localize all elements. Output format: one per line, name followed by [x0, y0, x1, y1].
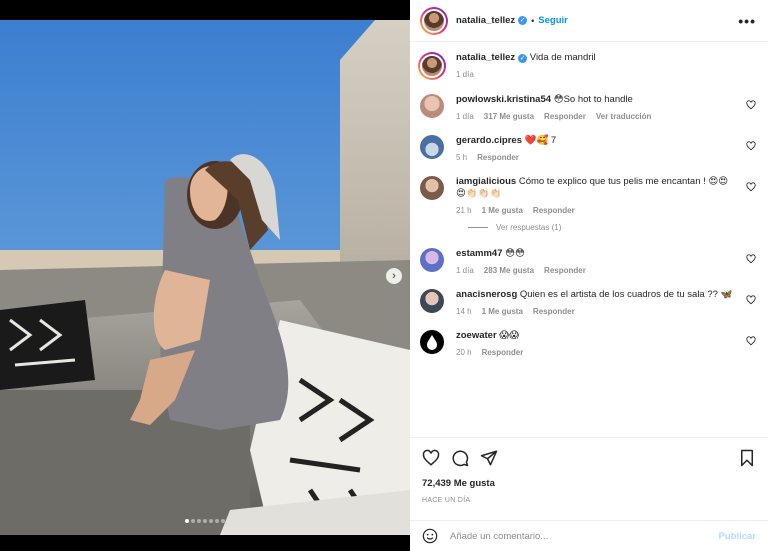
- caption-row: natalia_tellez ✓ Vida de mandril 1 día: [418, 52, 758, 80]
- avatar[interactable]: [418, 52, 446, 80]
- photo-bottom-band: [0, 535, 410, 551]
- post-username[interactable]: natalia_tellez: [456, 15, 515, 26]
- avatar[interactable]: [420, 248, 444, 272]
- avatar[interactable]: [420, 330, 444, 354]
- follow-button[interactable]: Seguir: [538, 15, 568, 26]
- reply-button[interactable]: Responder: [533, 206, 575, 215]
- avatar[interactable]: [420, 6, 448, 35]
- comment-likes[interactable]: 1 Me gusta: [482, 307, 523, 316]
- post-timestamp: HACE UN DÍA: [422, 497, 471, 504]
- comment-username[interactable]: gerardo.cipres: [456, 135, 522, 146]
- comment-text: Quien es el artista de los cuadros de tu…: [519, 289, 733, 300]
- post-side-panel: natalia_tellez ✓ • Seguir ••• natalia_te…: [410, 0, 768, 551]
- post-photo-art: [0, 20, 410, 535]
- caption-text: Vida de mandril: [529, 52, 596, 63]
- separator-dot: •: [531, 15, 535, 26]
- bookmark-icon[interactable]: [738, 449, 756, 467]
- reply-button[interactable]: Responder: [544, 112, 586, 121]
- verified-icon: ✓: [518, 16, 528, 25]
- caption-time: 1 día: [456, 70, 474, 79]
- comment-username[interactable]: powlowski.kristina54: [456, 94, 551, 105]
- view-replies-button[interactable]: Ver respuestas (1): [468, 223, 758, 232]
- comment-time: 5 h: [456, 153, 468, 162]
- likes-count[interactable]: 72,439 Me gusta: [422, 478, 756, 489]
- heart-icon[interactable]: [746, 336, 756, 346]
- reply-button[interactable]: Responder: [482, 348, 524, 357]
- heart-icon[interactable]: [746, 100, 756, 110]
- share-icon[interactable]: [480, 449, 498, 467]
- comment-row: anacisnerosg Quien es el artista de los …: [420, 289, 758, 316]
- comment-time: 14 h: [456, 307, 472, 316]
- publish-button[interactable]: Publicar: [719, 531, 757, 542]
- caption-username[interactable]: natalia_tellez: [456, 52, 515, 63]
- comment-time: 1 día: [456, 112, 474, 121]
- water-drop-icon: [427, 335, 437, 350]
- comment-row: powlowski.kristina54 😳So hot to handle 1…: [420, 94, 758, 121]
- verified-icon: ✓: [518, 54, 528, 63]
- avatar[interactable]: [420, 94, 444, 118]
- reply-button[interactable]: Responder: [544, 266, 586, 275]
- carousel-dot: [221, 519, 225, 523]
- carousel-dot: [203, 519, 207, 523]
- heart-icon[interactable]: [746, 254, 756, 264]
- comment-username[interactable]: estamm47: [456, 248, 502, 259]
- next-image-button[interactable]: ›: [386, 268, 402, 284]
- comment-row: gerardo.cipres ❤️🥰 7 5 h Responder: [420, 135, 758, 162]
- comment-text: 😳😳: [505, 248, 525, 259]
- post-header: natalia_tellez ✓ • Seguir •••: [410, 0, 768, 42]
- heart-icon[interactable]: [422, 449, 440, 467]
- translate-button[interactable]: Ver traducción: [596, 112, 652, 121]
- carousel-dot: [209, 519, 213, 523]
- comment-row: zoewater 😱😱 20 h Responder: [420, 330, 758, 357]
- post-image[interactable]: ›: [0, 20, 410, 535]
- carousel-dot: [185, 519, 189, 523]
- add-comment-bar: Publicar: [410, 520, 768, 551]
- heart-icon[interactable]: [746, 295, 756, 305]
- reply-button[interactable]: Responder: [533, 307, 575, 316]
- comment-time: 20 h: [456, 348, 472, 357]
- heart-icon[interactable]: [746, 141, 756, 151]
- comment-username[interactable]: anacisnerosg: [456, 289, 517, 300]
- more-options-icon[interactable]: •••: [738, 13, 756, 29]
- emoji-icon[interactable]: [422, 528, 438, 544]
- comment-text: 😱😱: [499, 330, 520, 341]
- comment-row: iamgialicious Cómo te explico que tus pe…: [420, 176, 758, 215]
- comment-time: 1 día: [456, 266, 474, 275]
- carousel-dot: [191, 519, 195, 523]
- comment-time: 21 h: [456, 206, 472, 215]
- comment-text: ❤️🥰 7: [524, 135, 557, 146]
- comment-likes[interactable]: 317 Me gusta: [484, 112, 534, 121]
- avatar[interactable]: [420, 289, 444, 313]
- carousel-dot: [197, 519, 201, 523]
- comment-likes[interactable]: 283 Me gusta: [484, 266, 534, 275]
- comments-list[interactable]: natalia_tellez ✓ Vida de mandril 1 día po…: [410, 42, 768, 437]
- comment-input[interactable]: [450, 530, 719, 542]
- reply-button[interactable]: Responder: [477, 153, 519, 162]
- avatar[interactable]: [420, 135, 444, 159]
- comment-username[interactable]: iamgialicious: [456, 176, 516, 187]
- comment-icon[interactable]: [451, 449, 469, 467]
- comment-username[interactable]: zoewater: [456, 330, 497, 341]
- avatar[interactable]: [420, 176, 444, 200]
- heart-icon[interactable]: [746, 182, 756, 192]
- comment-text: 😳So hot to handle: [553, 94, 633, 105]
- carousel-dot: [215, 519, 219, 523]
- comment-likes[interactable]: 1 Me gusta: [482, 206, 523, 215]
- chevron-right-icon: ›: [392, 270, 396, 282]
- comment-row: estamm47 😳😳 1 día 283 Me gusta Responder: [420, 248, 758, 275]
- photo-top-band: [0, 0, 410, 20]
- carousel-dots: [0, 515, 410, 525]
